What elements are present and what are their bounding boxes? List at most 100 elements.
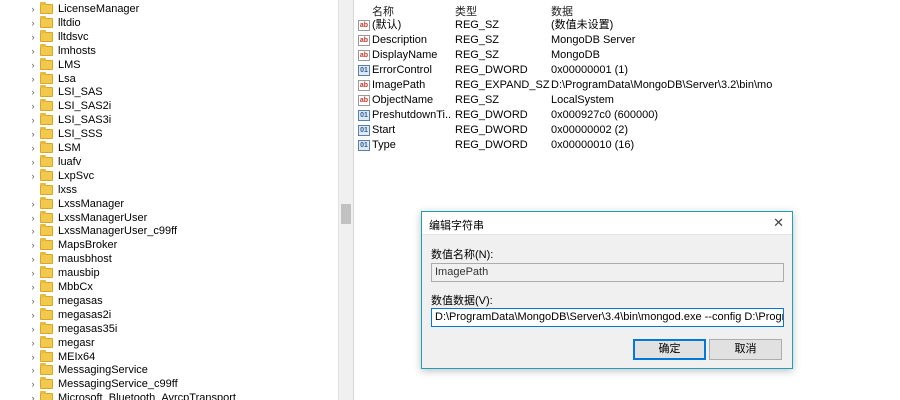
value-row[interactable]: ab DisplayName REG_SZ MongoDB	[354, 48, 900, 63]
chevron-right-icon[interactable]: ›	[28, 99, 38, 113]
tree-item[interactable]: › LSM	[28, 141, 81, 155]
chevron-right-icon[interactable]: ›	[28, 350, 38, 364]
chevron-right-icon[interactable]: ›	[28, 58, 38, 72]
folder-icon	[40, 182, 53, 195]
chevron-right-icon[interactable]: ›	[28, 2, 38, 16]
folder-icon	[40, 307, 53, 320]
ok-button[interactable]: 确定	[633, 339, 706, 360]
chevron-right-icon[interactable]: ›	[28, 391, 38, 400]
tree-item[interactable]: › MessagingService	[28, 363, 148, 377]
value-row[interactable]: ab Description REG_SZ MongoDB Server	[354, 33, 900, 48]
tree-item[interactable]: › MEIx64	[28, 349, 95, 364]
dialog-title-bar[interactable]: 编辑字符串 ✕	[422, 212, 792, 235]
tree-item[interactable]: › megasr	[28, 335, 95, 350]
chevron-right-icon[interactable]: ›	[28, 155, 38, 169]
tree-item[interactable]: › LicenseManager	[28, 2, 139, 16]
value-row[interactable]: ab ImagePath REG_EXPAND_SZ D:\ProgramData\M…	[354, 78, 900, 93]
tree-item[interactable]: › MapsBroker	[28, 238, 117, 252]
chevron-right-icon[interactable]: ›	[28, 238, 38, 252]
value-type: REG_DWORD	[455, 109, 528, 121]
tree-item[interactable]: › lltdsvc	[28, 29, 89, 44]
tree-item[interactable]: › mausbhost	[28, 252, 112, 266]
chevron-right-icon[interactable]: ›	[28, 197, 38, 211]
tree-item[interactable]: › LSI_SSS	[28, 127, 103, 141]
tree-item[interactable]: › LSI_SAS2i	[28, 99, 111, 113]
chevron-right-icon[interactable]: ›	[28, 30, 38, 44]
value-row[interactable]: 01 Type REG_DWORD 0x00000010 (16)	[354, 138, 900, 153]
chevron-right-icon[interactable]: ›	[28, 44, 38, 58]
column-header-data[interactable]: 数据	[551, 3, 573, 19]
folder-icon	[40, 321, 53, 334]
tree-item[interactable]: › LxssManagerUser_c99ff	[28, 224, 177, 238]
chevron-right-icon[interactable]: ›	[28, 252, 38, 266]
chevron-right-icon[interactable]: ›	[28, 336, 38, 350]
tree-item[interactable]: › LxpSvc	[28, 168, 94, 183]
chevron-right-icon[interactable]: ›	[28, 211, 38, 225]
value-name: Type	[372, 139, 396, 151]
chevron-right-icon[interactable]: ›	[28, 141, 38, 155]
folder-icon	[40, 280, 53, 292]
string-value-icon: ab	[358, 95, 370, 106]
chevron-right-icon[interactable]: ›	[28, 169, 38, 183]
folder-icon	[40, 29, 53, 42]
binary-value-icon: 01	[358, 65, 370, 76]
tree-item-label: megasas2i	[58, 308, 112, 321]
tree-item[interactable]: › LMS	[28, 57, 81, 72]
tree-item-label: LMS	[58, 58, 81, 71]
chevron-right-icon[interactable]: ›	[28, 322, 38, 336]
folder-icon	[40, 15, 53, 28]
chevron-right-icon[interactable]: ›	[28, 85, 38, 99]
chevron-right-icon[interactable]: ›	[28, 308, 38, 322]
tree-item-label: lmhosts	[58, 44, 96, 57]
tree-item[interactable]: › Microsoft_Bluetooth_AvrcpTransport	[28, 391, 236, 400]
chevron-right-icon[interactable]: ›	[28, 224, 38, 238]
tree-item[interactable]: lxss	[28, 182, 77, 197]
value-row[interactable]: ab ObjectName REG_SZ LocalSystem	[354, 93, 900, 108]
chevron-right-icon[interactable]: ›	[28, 280, 38, 294]
tree-scrollbar-thumb[interactable]	[341, 204, 351, 224]
tree-item[interactable]: › mausbip	[28, 266, 100, 280]
tree-item[interactable]: › megasas	[28, 293, 103, 308]
tree-item[interactable]: › megasas2i	[28, 307, 112, 322]
tree-item-label: mausbip	[58, 267, 100, 280]
tree-item[interactable]: › luafv	[28, 154, 82, 169]
column-header-type[interactable]: 类型	[455, 3, 477, 19]
column-header-name[interactable]: 名称	[372, 3, 394, 19]
value-row[interactable]: 01 Start REG_DWORD 0x00000002 (2)	[354, 123, 900, 138]
tree-item[interactable]: › LSI_SAS3i	[28, 113, 111, 127]
value-row[interactable]: 01 PreshutdownTi... REG_DWORD 0x000927c0 (6…	[354, 108, 900, 123]
chevron-right-icon[interactable]: ›	[28, 16, 38, 30]
string-value-icon: ab	[358, 20, 370, 31]
value-type: REG_DWORD	[455, 124, 528, 136]
tree-item[interactable]: › MessagingService_c99ff	[28, 377, 178, 391]
chevron-right-icon[interactable]: ›	[28, 72, 38, 86]
chevron-right-icon[interactable]: ›	[28, 363, 38, 377]
tree-item[interactable]: › lltdio	[28, 15, 81, 30]
value-name: ObjectName	[372, 94, 434, 106]
value-data: MongoDB	[551, 49, 600, 61]
chevron-right-icon[interactable]: ›	[28, 377, 38, 391]
tree-scrollbar[interactable]	[338, 0, 353, 400]
chevron-right-icon[interactable]: ›	[28, 127, 38, 141]
value-data-input[interactable]: D:\ProgramData\MongoDB\Server\3.4\bin\mo…	[431, 308, 784, 327]
tree-item[interactable]: › lmhosts	[28, 43, 96, 58]
folder-icon	[40, 363, 53, 376]
chevron-right-icon[interactable]: ›	[28, 294, 38, 308]
registry-key-tree[interactable]: › LicenseManager › lltdio › lltdsvc › lmhosts › L…	[0, 0, 338, 400]
value-name: DisplayName	[372, 49, 438, 61]
tree-item-label: MbbCx	[58, 281, 93, 293]
chevron-right-icon[interactable]: ›	[28, 266, 38, 280]
tree-item[interactable]: › MbbCx	[28, 280, 93, 294]
tree-item[interactable]: › Lsa	[28, 71, 76, 86]
close-icon[interactable]: ✕	[773, 215, 784, 231]
tree-item[interactable]: › LxssManager	[28, 196, 124, 211]
cancel-button[interactable]: 取消	[709, 339, 782, 360]
value-row[interactable]: ab (默认) REG_SZ (数值未设置)	[354, 18, 900, 33]
tree-item-label: megasr	[58, 336, 95, 349]
chevron-right-icon[interactable]: ›	[28, 113, 38, 127]
tree-item-label: luafv	[58, 155, 82, 168]
value-row[interactable]: 01 ErrorControl REG_DWORD 0x00000001 (1)	[354, 63, 900, 78]
tree-item[interactable]: › LSI_SAS	[28, 85, 103, 99]
tree-item[interactable]: › LxssManagerUser	[28, 210, 147, 225]
tree-item[interactable]: › megasas35i	[28, 321, 117, 336]
